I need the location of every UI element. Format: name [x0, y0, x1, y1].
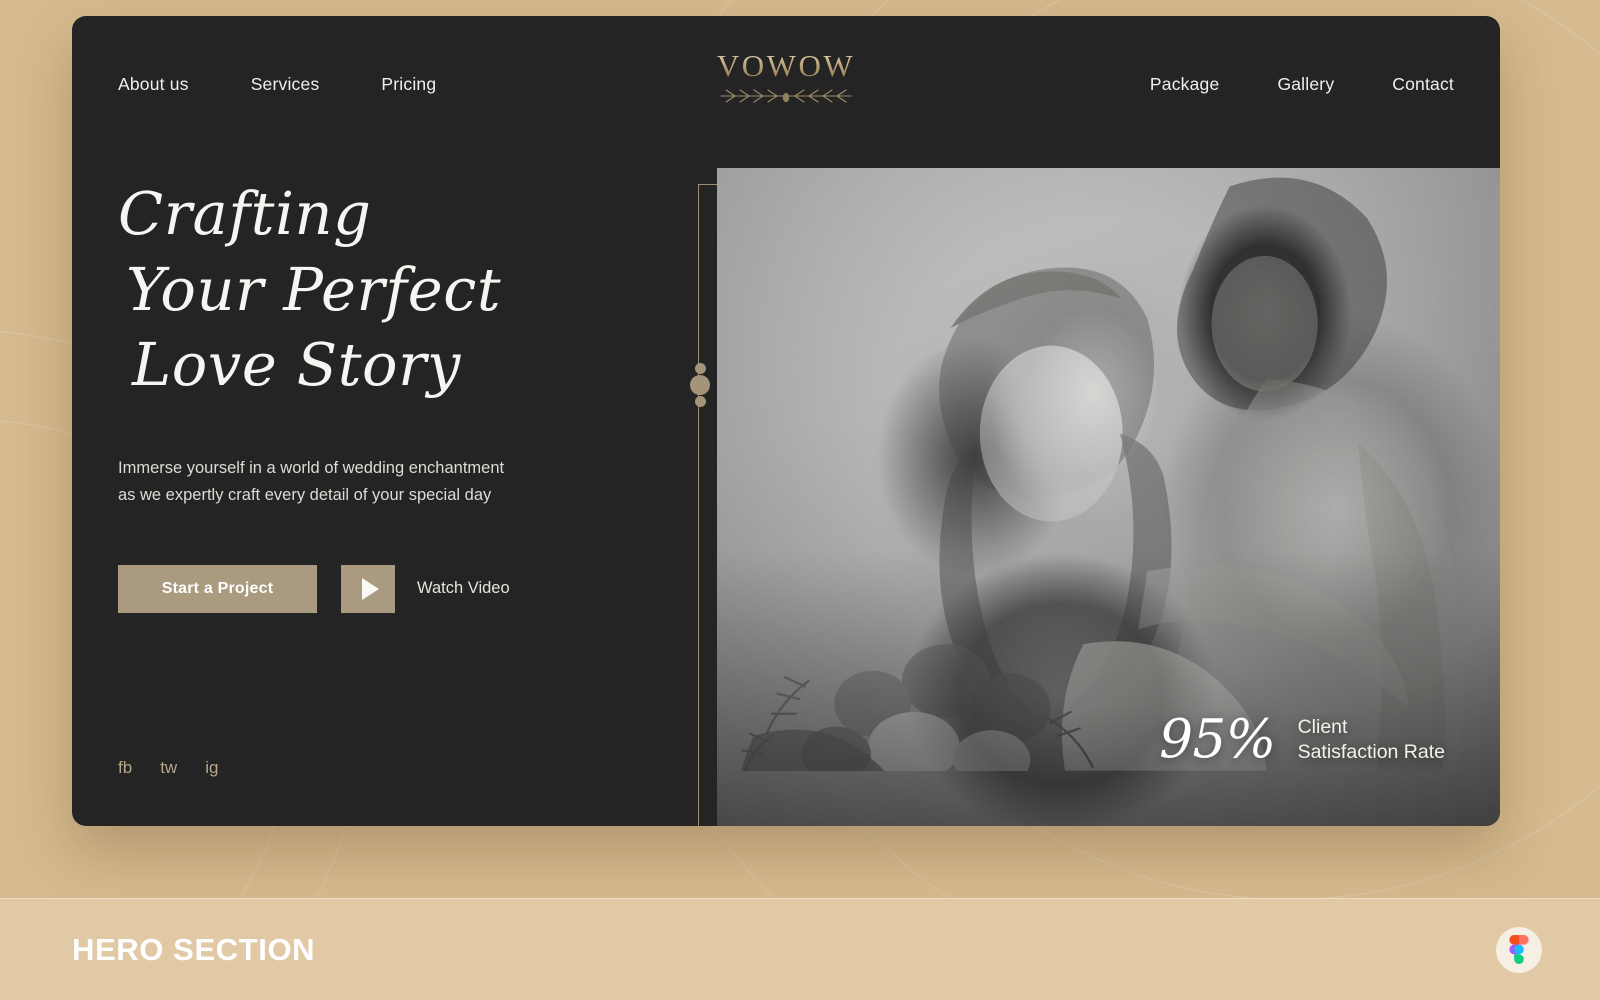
headline-line-1: Crafting: [118, 179, 372, 248]
subtitle-line-2: as we expertly craft every detail of you…: [118, 485, 492, 504]
headline-line-3: Love Story: [132, 330, 461, 400]
figma-logo-icon[interactable]: [1496, 926, 1542, 973]
stat-value: 95%: [1159, 709, 1276, 770]
hero-subtitle: Immerse yourself in a world of wedding e…: [116, 455, 676, 509]
headline-line-2: Your Perfect: [126, 254, 502, 324]
ornament-dot-small-bottom: [694, 396, 706, 407]
stat-label-line-1: Client: [1297, 715, 1348, 738]
cta-row: Start a Project Watch Video: [116, 564, 676, 613]
nav-item-about-us[interactable]: About us: [118, 74, 189, 95]
social-link-twitter[interactable]: tw: [160, 758, 177, 778]
stat-label-line-2: Satisfaction Rate: [1297, 740, 1445, 763]
top-navigation: About us Services Pricing Package Galler…: [72, 16, 1500, 152]
ornament-dot-large: [690, 375, 710, 395]
caption-title: HERO SECTION: [72, 931, 316, 967]
ornament-dot-small-top: [694, 363, 706, 374]
watch-video-button[interactable]: Watch Video: [341, 564, 510, 613]
stat-label: Client Satisfaction Rate: [1298, 715, 1445, 765]
social-links: fb tw ig: [118, 758, 218, 778]
nav-item-package[interactable]: Package: [1150, 74, 1220, 95]
social-link-facebook[interactable]: fb: [118, 758, 132, 778]
stat-badge: 95% Client Satisfaction Rate: [1159, 713, 1445, 766]
watch-video-label: Watch Video: [417, 579, 510, 598]
page-title: Crafting Your Perfect Love Story: [116, 176, 676, 403]
play-triangle-icon: [361, 577, 379, 600]
nav-item-gallery[interactable]: Gallery: [1277, 74, 1334, 95]
caption-bar: HERO SECTION: [0, 898, 1600, 1000]
nav-right-group: Package Gallery Contact: [1150, 74, 1454, 95]
hero-section-card: About us Services Pricing Package Galler…: [72, 16, 1500, 826]
hero-left-column: Crafting Your Perfect Love Story Immerse…: [116, 152, 676, 826]
play-button[interactable]: [341, 564, 395, 613]
nav-item-pricing[interactable]: Pricing: [381, 74, 436, 95]
frame-ornament-dots: [690, 363, 710, 407]
nav-left-group: About us Services Pricing: [118, 74, 436, 95]
start-a-project-button[interactable]: Start a Project: [118, 564, 317, 613]
social-link-instagram[interactable]: ig: [205, 758, 218, 778]
nav-item-contact[interactable]: Contact: [1392, 74, 1454, 95]
nav-item-services[interactable]: Services: [251, 74, 320, 95]
subtitle-line-1: Immerse yourself in a world of wedding e…: [118, 458, 505, 477]
